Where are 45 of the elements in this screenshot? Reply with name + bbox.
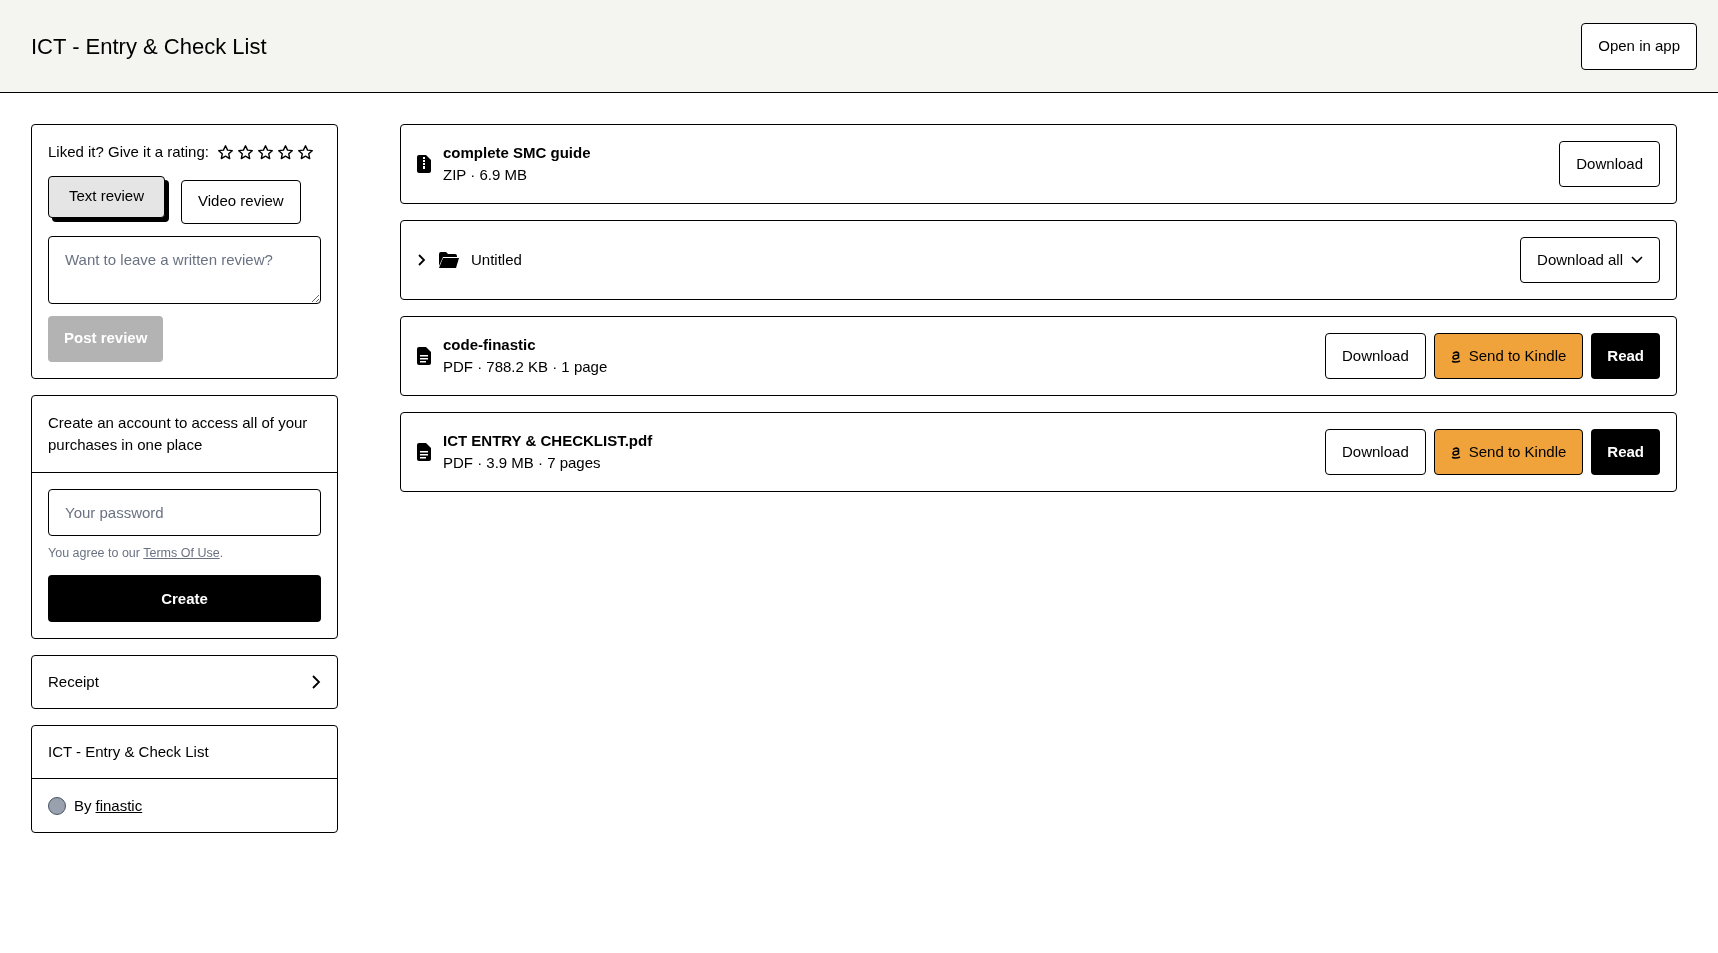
author-link[interactable]: finastic bbox=[95, 794, 143, 817]
create-button[interactable]: Create bbox=[48, 575, 321, 623]
file-name: code-finastic bbox=[443, 335, 537, 355]
review-tab[interactable]: Video review bbox=[181, 179, 301, 224]
star-icon[interactable] bbox=[276, 143, 294, 161]
star-rating[interactable] bbox=[216, 143, 314, 161]
document-icon bbox=[417, 443, 431, 461]
avatar bbox=[48, 796, 66, 815]
file-meta: PDF · 3.9 MB · 7 pages bbox=[443, 453, 602, 473]
chevron-right-icon bbox=[311, 674, 321, 691]
receipt-link[interactable]: Receipt bbox=[31, 655, 338, 710]
file-name: ICT ENTRY & CHECKLIST.pdf bbox=[443, 431, 653, 451]
file-name: complete SMC guide bbox=[443, 143, 591, 163]
letter-a-icon bbox=[1450, 445, 1461, 459]
star-icon[interactable] bbox=[296, 143, 314, 161]
letter-a-icon bbox=[1450, 349, 1461, 363]
read-button[interactable]: Read bbox=[1591, 333, 1660, 379]
terms-note: You agree to our Terms Of Use. bbox=[48, 544, 225, 562]
review-field[interactable]: Want to leave a written review? bbox=[48, 235, 321, 304]
read-button[interactable]: Read bbox=[1591, 429, 1660, 475]
account-message: Create an account to access all of your purchases in one place bbox=[32, 395, 337, 473]
document-icon bbox=[417, 347, 431, 365]
by-label: By bbox=[74, 795, 92, 816]
star-icon[interactable] bbox=[236, 143, 254, 161]
send-to-kindle-button[interactable]: Send to Kindle bbox=[1433, 429, 1584, 475]
terms-link[interactable]: Terms Of Use bbox=[143, 545, 220, 560]
chevron-down-icon bbox=[1631, 256, 1643, 264]
chevron-icon[interactable] bbox=[417, 253, 427, 267]
download-button[interactable]: Download bbox=[1559, 141, 1660, 187]
open-in-app-button[interactable]: Open in app bbox=[1581, 22, 1697, 70]
star-icon[interactable] bbox=[216, 143, 234, 161]
folder-icon bbox=[439, 252, 459, 268]
download-all-button[interactable]: Download all bbox=[1520, 237, 1660, 283]
send-to-kindle-button[interactable]: Send to Kindle bbox=[1433, 333, 1584, 379]
download-button[interactable]: Download bbox=[1325, 429, 1426, 475]
file-meta: PDF · 788.2 KB · 1 page bbox=[443, 357, 608, 377]
rating-prompt: Liked it? Give it a rating: bbox=[48, 142, 209, 162]
page-title: ICT - Entry & Check List bbox=[31, 32, 267, 61]
folder-name: Untitled bbox=[471, 249, 522, 270]
product-title: ICT - Entry & Check List bbox=[32, 726, 337, 780]
star-icon[interactable] bbox=[256, 143, 274, 161]
file-meta: ZIP · 6.9 MB bbox=[443, 165, 528, 185]
zip-file-icon bbox=[417, 155, 431, 173]
download-button[interactable]: Download bbox=[1325, 333, 1426, 379]
password-field[interactable]: Your password bbox=[48, 488, 321, 536]
